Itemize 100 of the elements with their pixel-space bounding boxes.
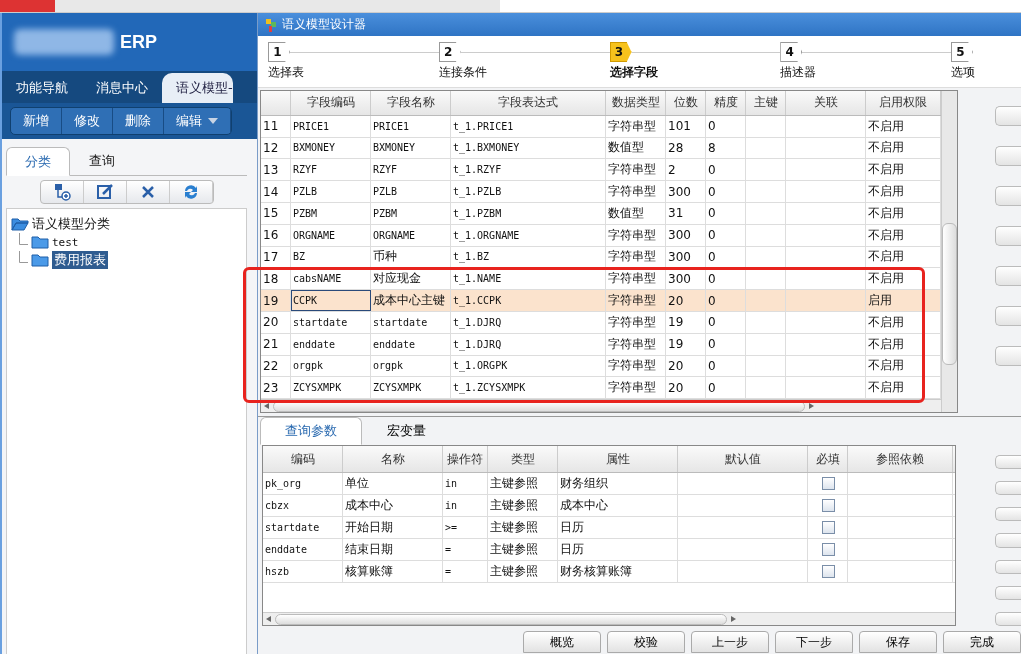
blank-button[interactable]	[995, 146, 1021, 166]
blank-button[interactable]	[995, 346, 1021, 366]
blank-button[interactable]	[995, 266, 1021, 286]
table-cell: BXMONEY	[293, 142, 336, 154]
blank-button[interactable]	[995, 306, 1021, 326]
step-marker: 2	[438, 42, 461, 62]
footer-button[interactable]: 保存	[859, 631, 937, 653]
blank-button[interactable]	[995, 559, 1021, 574]
tree-item[interactable]: test	[52, 235, 79, 249]
table-row[interactable]: 21 enddate enddate t_1.DJRQ 字符串型 19 0 不启用	[261, 333, 941, 356]
blank-button[interactable]	[995, 106, 1021, 126]
table-cell: hszb	[265, 566, 290, 577]
step-label: 选择字段	[609, 64, 659, 81]
column-header: 关联	[813, 94, 838, 112]
table-cell: 11	[263, 119, 279, 134]
panel-tab[interactable]: 查询参数	[260, 417, 362, 445]
table-cell: PZBM	[293, 207, 318, 219]
nav-tab[interactable]: 消息中心	[82, 73, 162, 103]
vertical-scrollbar[interactable]	[941, 91, 957, 412]
column-header: 字段表达式	[498, 94, 558, 112]
blank-button[interactable]	[995, 455, 1021, 470]
table-row[interactable]: 20 startdate startdate t_1.DJRQ 字符串型 19 0 不启用	[261, 311, 941, 334]
table-cell: 不启用	[868, 335, 904, 353]
blank-button[interactable]	[995, 481, 1021, 496]
panel-tab[interactable]: 查询	[70, 147, 134, 175]
tree-item[interactable]: 费用报表	[52, 251, 108, 269]
table-cell: 0	[708, 249, 716, 264]
table-cell: 成本中心主键	[373, 292, 445, 310]
blank-button[interactable]	[995, 186, 1021, 206]
toolbar-button[interactable]: 修改	[62, 108, 113, 134]
nav-tab[interactable]: 语义模型-	[162, 73, 233, 103]
table-cell: t_1.DJRQ	[453, 316, 502, 328]
table-cell: 15	[263, 206, 279, 221]
table-cell: 字符串型	[608, 292, 656, 310]
table-row[interactable]: 12 BXMONEY BXMONEY t_1.BXMONEY 数值型 28 8 不启用	[261, 137, 941, 160]
table-cell: startdate	[373, 316, 428, 328]
table-row[interactable]: 19 CCPK 成本中心主键 t_1.CCPK 字符串型 20 0 启用	[261, 290, 941, 312]
table-cell: startdate	[293, 316, 348, 328]
table-row[interactable]: 15 PZBM PZBM t_1.PZBM 数值型 31 0 不启用	[261, 202, 941, 225]
table-cell: 0	[708, 315, 716, 330]
table-cell: 300	[668, 249, 691, 264]
table-cell: 19	[263, 293, 279, 308]
blank-button[interactable]	[995, 611, 1021, 626]
table-cell: 0	[708, 358, 716, 373]
table-cell: BZ	[293, 251, 306, 263]
table-cell: =	[445, 544, 452, 555]
blank-button[interactable]	[995, 533, 1021, 548]
blank-button[interactable]	[995, 585, 1021, 600]
table-cell: 101	[668, 119, 691, 134]
table-cell: ZCYSXMPK	[293, 382, 342, 394]
step-marker: 1	[268, 42, 290, 62]
toolbar-button[interactable]: 编辑	[164, 108, 231, 134]
table-cell: 不启用	[868, 117, 904, 135]
column-header: 编码	[263, 446, 343, 472]
table-cell: 0	[708, 206, 716, 221]
table-cell: 字符串型	[608, 183, 656, 201]
blank-button[interactable]	[995, 507, 1021, 522]
table-row[interactable]: 17 BZ 币种 t_1.BZ 字符串型 300 0 不启用	[261, 246, 941, 269]
column-header: 字段编码	[306, 94, 355, 112]
table-cell: 开始日期	[345, 519, 393, 536]
table-row[interactable]: 13 RZYF RZYF t_1.RZYF 字符串型 2 0 不启用	[261, 159, 941, 182]
tree-connector	[19, 251, 28, 263]
table-cell: 启用	[868, 292, 892, 310]
horizontal-scrollbar[interactable]	[263, 612, 955, 625]
footer-button[interactable]: 校验	[607, 631, 685, 653]
checkbox[interactable]	[822, 477, 835, 490]
footer-button[interactable]: 完成	[943, 631, 1021, 653]
footer-button[interactable]: 概览	[523, 631, 601, 653]
column-header: 字段名称	[386, 94, 435, 112]
table-cell: t_1.ORGPK	[453, 360, 508, 372]
footer-button[interactable]: 下一步	[775, 631, 853, 653]
checkbox[interactable]	[822, 565, 835, 578]
table-cell: 12	[263, 140, 279, 155]
nav-tab[interactable]: 功能导航	[2, 73, 82, 103]
table-cell: >=	[445, 522, 458, 533]
panel-tab[interactable]: 分类	[6, 147, 70, 176]
step-marker: 5	[951, 42, 973, 62]
checkbox[interactable]	[822, 543, 835, 556]
table-row[interactable]: 22 orgpk orgpk t_1.ORGPK 字符串型 20 0 不启用	[261, 355, 941, 378]
table-cell: cbzx	[265, 500, 290, 511]
table-cell: RZYF	[293, 164, 318, 176]
tree-item[interactable]: 语义模型分类	[32, 215, 110, 233]
checkbox[interactable]	[822, 521, 835, 534]
table-row[interactable]: 16 ORGNAME ORGNAME t_1.ORGNAME 字符串型 300 0 不启用	[261, 224, 941, 247]
toolbar-button[interactable]: 删除	[113, 108, 164, 134]
blank-button[interactable]	[995, 226, 1021, 246]
table-row[interactable]: 11 PRICE1 PRICE1 t_1.PRICE1 字符串型 101 0 不启用	[261, 115, 941, 138]
table-cell: startdate	[265, 522, 320, 533]
table-row[interactable]: 14 PZLB PZLB t_1.PZLB 字符串型 300 0 不启用	[261, 181, 941, 203]
table-cell: 不启用	[868, 139, 904, 157]
step-marker: 3	[609, 42, 632, 62]
table-cell: 主键参照	[490, 497, 538, 514]
folder-icon	[31, 235, 49, 249]
table-cell: 13	[263, 162, 279, 177]
toolbar-button[interactable]: 新增	[11, 108, 62, 134]
table-cell: 不启用	[868, 226, 904, 244]
checkbox[interactable]	[822, 499, 835, 512]
footer-button[interactable]: 上一步	[691, 631, 769, 653]
panel-tab[interactable]: 宏变量	[362, 417, 451, 445]
column-header: 精度	[713, 94, 738, 112]
